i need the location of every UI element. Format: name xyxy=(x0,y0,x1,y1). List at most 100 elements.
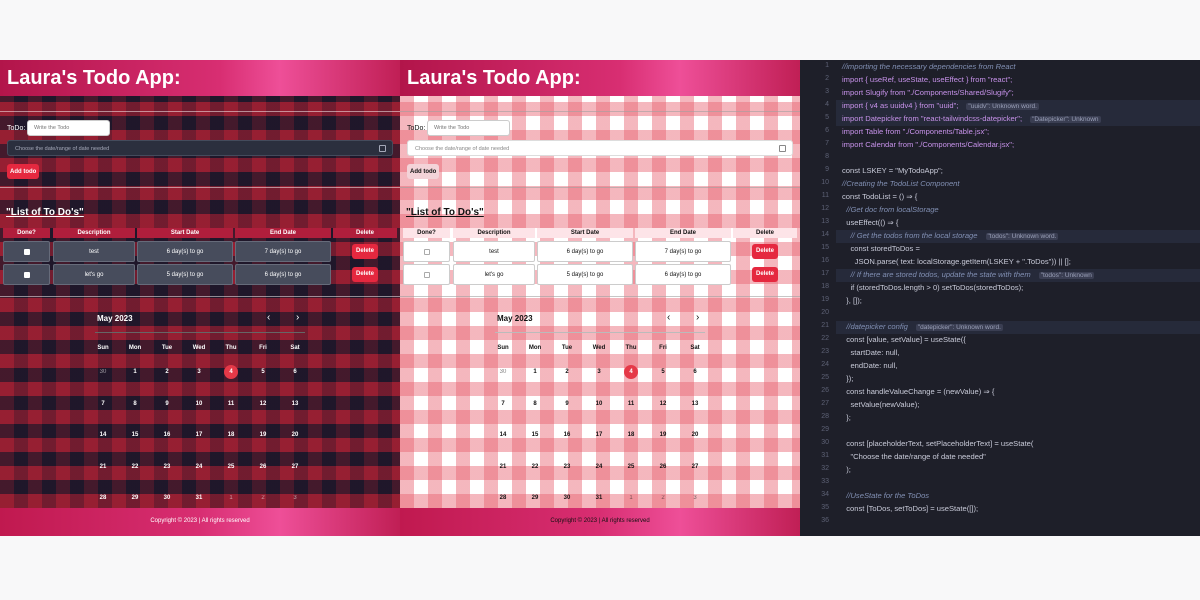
calendar-day[interactable]: 28 xyxy=(496,491,510,505)
calendar-day[interactable]: 26 xyxy=(256,460,270,474)
code-line[interactable]: const [placeholderText, setPlaceholderTe… xyxy=(842,439,1033,448)
calendar-day[interactable]: 8 xyxy=(528,397,542,411)
calendar-day[interactable]: 2 xyxy=(656,491,670,505)
calendar-day[interactable]: 22 xyxy=(128,460,142,474)
done-checkbox[interactable] xyxy=(424,249,430,255)
calendar-day[interactable]: 22 xyxy=(528,460,542,474)
chevron-right-icon[interactable]: › xyxy=(296,312,299,323)
calendar-day[interactable]: 1 xyxy=(224,491,238,505)
code-line[interactable]: const TodoList = () ⇒ { xyxy=(842,192,917,201)
todo-input[interactable] xyxy=(427,120,510,136)
calendar-day[interactable]: 19 xyxy=(656,428,670,442)
delete-button[interactable]: Delete xyxy=(752,244,778,259)
done-checkbox[interactable] xyxy=(24,272,30,278)
code-line[interactable]: import { v4 as uuidv4 } from "uuid"; "uui… xyxy=(842,101,1039,110)
calendar-day[interactable]: 4 xyxy=(224,365,238,379)
calendar-day[interactable]: 24 xyxy=(592,460,606,474)
delete-button[interactable]: Delete xyxy=(352,267,378,282)
calendar-day[interactable]: 31 xyxy=(592,491,606,505)
calendar-day[interactable]: 25 xyxy=(624,460,638,474)
code-line[interactable]: ); xyxy=(842,465,851,474)
code-line[interactable]: const LSKEY = "MyTodoApp"; xyxy=(842,166,943,175)
calendar-day[interactable]: 6 xyxy=(288,365,302,379)
calendar-day[interactable]: 28 xyxy=(96,491,110,505)
calendar-day[interactable]: 19 xyxy=(256,428,270,442)
calendar-day[interactable]: 1 xyxy=(128,365,142,379)
calendar-day[interactable]: 30 xyxy=(96,365,110,379)
done-checkbox[interactable] xyxy=(24,249,30,255)
calendar-day[interactable]: 2 xyxy=(256,491,270,505)
calendar-day[interactable]: 17 xyxy=(192,428,206,442)
code-line[interactable]: if (storedToDos.length > 0) setToDos(sto… xyxy=(842,283,1023,292)
calendar-day[interactable]: 12 xyxy=(656,397,670,411)
calendar-day[interactable]: 2 xyxy=(160,365,174,379)
chevron-left-icon[interactable]: ‹ xyxy=(667,312,670,323)
code-line[interactable]: JSON.parse( text: localStorage.getItem(L… xyxy=(842,257,1071,266)
calendar-day[interactable]: 25 xyxy=(224,460,238,474)
code-line[interactable]: const [ToDos, setToDos] = useState([]); xyxy=(842,504,978,513)
code-line[interactable]: startDate: null, xyxy=(842,348,899,357)
calendar-day[interactable]: 31 xyxy=(192,491,206,505)
calendar-day[interactable]: 24 xyxy=(192,460,206,474)
calendar-day[interactable]: 20 xyxy=(688,428,702,442)
code-line[interactable]: endDate: null, xyxy=(842,361,897,370)
calendar-day[interactable]: 6 xyxy=(688,365,702,379)
code-line[interactable]: import Datepicker from "react-tailwindcs… xyxy=(842,114,1101,123)
calendar-day[interactable]: 10 xyxy=(592,397,606,411)
code-line[interactable]: import Slugify from "./Components/Shared… xyxy=(842,88,1014,97)
calendar-day[interactable]: 2 xyxy=(560,365,574,379)
code-line[interactable]: }; xyxy=(842,413,851,422)
delete-button[interactable]: Delete xyxy=(752,267,778,282)
code-line[interactable]: //Creating the TodoList Component xyxy=(842,179,960,188)
calendar-day[interactable]: 29 xyxy=(528,491,542,505)
code-line[interactable]: }, []); xyxy=(842,296,862,305)
calendar-day[interactable]: 11 xyxy=(224,397,238,411)
calendar-day[interactable]: 10 xyxy=(192,397,206,411)
date-range-input[interactable]: Choose the date/range of date needed xyxy=(7,140,393,156)
calendar-day[interactable]: 16 xyxy=(160,428,174,442)
calendar-day[interactable]: 27 xyxy=(288,460,302,474)
calendar-day[interactable]: 7 xyxy=(96,397,110,411)
calendar-day[interactable]: 5 xyxy=(656,365,670,379)
add-todo-button[interactable]: Add todo xyxy=(7,164,40,179)
chevron-left-icon[interactable]: ‹ xyxy=(267,312,270,323)
calendar-day[interactable]: 3 xyxy=(688,491,702,505)
code-line[interactable]: setValue(newValue); xyxy=(842,400,919,409)
calendar-day[interactable]: 29 xyxy=(128,491,142,505)
code-line[interactable]: //datepicker config "datepicker": Unknown… xyxy=(842,322,1003,331)
calendar-day[interactable]: 26 xyxy=(656,460,670,474)
code-line[interactable]: import { useRef, useState, useEffect } f… xyxy=(842,75,1012,84)
calendar-day[interactable]: 30 xyxy=(496,365,510,379)
calendar-day[interactable]: 23 xyxy=(560,460,574,474)
code-line[interactable]: useEffect(() ⇒ { xyxy=(842,218,898,227)
calendar-day[interactable]: 12 xyxy=(256,397,270,411)
calendar-day[interactable]: 14 xyxy=(496,428,510,442)
calendar-day[interactable]: 13 xyxy=(288,397,302,411)
calendar-day[interactable]: 30 xyxy=(160,491,174,505)
calendar-day[interactable]: 8 xyxy=(128,397,142,411)
calendar-day[interactable]: 1 xyxy=(624,491,638,505)
calendar-day[interactable]: 9 xyxy=(560,397,574,411)
calendar-day[interactable]: 21 xyxy=(496,460,510,474)
calendar-day[interactable]: 4 xyxy=(624,365,638,379)
calendar-day[interactable]: 9 xyxy=(160,397,174,411)
code-line[interactable]: // Get the todos from the local storage "… xyxy=(842,231,1059,240)
calendar-day[interactable]: 14 xyxy=(96,428,110,442)
code-line[interactable]: // If there are stored todos, update the… xyxy=(842,270,1094,279)
calendar-day[interactable]: 21 xyxy=(96,460,110,474)
code-line[interactable]: import Table from "./Components/Table.js… xyxy=(842,127,989,136)
calendar-day[interactable]: 27 xyxy=(688,460,702,474)
calendar-day[interactable]: 15 xyxy=(528,428,542,442)
code-line[interactable]: "Choose the date/range of date needed" xyxy=(842,452,985,461)
code-line[interactable]: const [value, setValue] = useState({ xyxy=(842,335,966,344)
code-line[interactable]: const storedToDos = xyxy=(842,244,919,253)
calendar-day[interactable]: 18 xyxy=(624,428,638,442)
chevron-right-icon[interactable]: › xyxy=(696,312,699,323)
add-todo-button[interactable]: Add todo xyxy=(407,164,440,179)
calendar-day[interactable]: 17 xyxy=(592,428,606,442)
calendar-day[interactable]: 18 xyxy=(224,428,238,442)
code-line[interactable]: //importing the necessary dependencies f… xyxy=(842,62,1015,71)
code-line[interactable]: import Calendar from "./Components/Calen… xyxy=(842,140,1014,149)
code-line[interactable]: }); xyxy=(842,374,853,383)
todo-input[interactable] xyxy=(27,120,110,136)
